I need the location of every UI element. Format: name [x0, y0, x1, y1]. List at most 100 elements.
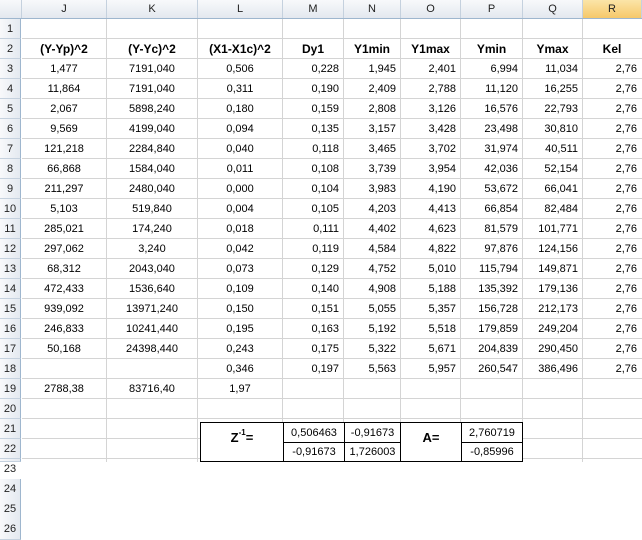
cell-l4[interactable]: 0,311: [198, 79, 282, 99]
cell-k9[interactable]: 2480,040: [107, 179, 197, 199]
cell-o18[interactable]: 5,957: [401, 359, 460, 379]
cell-m8[interactable]: 0,108: [283, 159, 343, 179]
cell-o4[interactable]: 2,788: [401, 79, 460, 99]
header-cell-r[interactable]: Kel: [583, 39, 641, 59]
cell-k15[interactable]: 13971,240: [107, 299, 197, 319]
cell-o13[interactable]: 5,010: [401, 259, 460, 279]
cell-m10[interactable]: 0,105: [283, 199, 343, 219]
cell-n18[interactable]: 5,563: [344, 359, 400, 379]
row-header-25[interactable]: 25: [0, 499, 21, 520]
cell-n3[interactable]: 1,945: [344, 59, 400, 79]
cell-k14[interactable]: 1536,640: [107, 279, 197, 299]
cell-o17[interactable]: 5,671: [401, 339, 460, 359]
cell-l14[interactable]: 0,109: [198, 279, 282, 299]
cell-o6[interactable]: 3,428: [401, 119, 460, 139]
cell-n15[interactable]: 5,055: [344, 299, 400, 319]
cell-r18[interactable]: 2,76: [583, 359, 641, 379]
cell-q5[interactable]: 22,793: [523, 99, 582, 119]
cell-q4[interactable]: 16,255: [523, 79, 582, 99]
cell-p7[interactable]: 31,974: [461, 139, 522, 159]
cell-q17[interactable]: 290,450: [523, 339, 582, 359]
column-header-m[interactable]: M: [283, 0, 344, 18]
cell-k4[interactable]: 7191,040: [107, 79, 197, 99]
row-header-14[interactable]: 14: [0, 279, 21, 299]
cell-k5[interactable]: 5898,240: [107, 99, 197, 119]
row-header-4[interactable]: 4: [0, 79, 21, 99]
cell-n4[interactable]: 2,409: [344, 79, 400, 99]
cell-j11[interactable]: 285,021: [22, 219, 106, 239]
row-header-11[interactable]: 11: [0, 219, 21, 239]
column-header-p[interactable]: P: [461, 0, 523, 18]
row-header-8[interactable]: 8: [0, 159, 21, 179]
cell-l18[interactable]: 0,346: [198, 359, 282, 379]
cell-j5[interactable]: 2,067: [22, 99, 106, 119]
cell-k7[interactable]: 2284,840: [107, 139, 197, 159]
cell-n8[interactable]: 3,739: [344, 159, 400, 179]
cell-r6[interactable]: 2,76: [583, 119, 641, 139]
cell-k16[interactable]: 10241,440: [107, 319, 197, 339]
select-all-corner[interactable]: [0, 0, 22, 18]
row-header-2[interactable]: 2: [0, 39, 21, 59]
cell-m9[interactable]: 0,104: [283, 179, 343, 199]
cell-o5[interactable]: 3,126: [401, 99, 460, 119]
cell-o10[interactable]: 4,413: [401, 199, 460, 219]
cell-q9[interactable]: 66,041: [523, 179, 582, 199]
cell-q11[interactable]: 101,771: [523, 219, 582, 239]
cell-p4[interactable]: 11,120: [461, 79, 522, 99]
cell-l5[interactable]: 0,180: [198, 99, 282, 119]
cell-l19[interactable]: 1,97: [198, 379, 282, 399]
cell-r12[interactable]: 2,76: [583, 239, 641, 259]
cell-o15[interactable]: 5,357: [401, 299, 460, 319]
header-cell-k[interactable]: (Y-Yc)^2: [107, 39, 197, 59]
cell-n12[interactable]: 4,584: [344, 239, 400, 259]
cell-p10[interactable]: 66,854: [461, 199, 522, 219]
row-header-12[interactable]: 12: [0, 239, 21, 259]
column-header-k[interactable]: K: [107, 0, 198, 18]
cell-r17[interactable]: 2,76: [583, 339, 641, 359]
row-header-5[interactable]: 5: [0, 99, 21, 119]
cell-q8[interactable]: 52,154: [523, 159, 582, 179]
cell-p16[interactable]: 179,859: [461, 319, 522, 339]
column-header-r[interactable]: R: [583, 0, 642, 18]
cell-q16[interactable]: 249,204: [523, 319, 582, 339]
cell-l17[interactable]: 0,243: [198, 339, 282, 359]
cell-o9[interactable]: 4,190: [401, 179, 460, 199]
cell-m16[interactable]: 0,163: [283, 319, 343, 339]
cell-m11[interactable]: 0,111: [283, 219, 343, 239]
row-header-15[interactable]: 15: [0, 299, 21, 319]
cell-j3[interactable]: 1,477: [22, 59, 106, 79]
cell-o16[interactable]: 5,518: [401, 319, 460, 339]
column-header-n[interactable]: N: [344, 0, 401, 18]
row-header-3[interactable]: 3: [0, 59, 21, 79]
cell-m6[interactable]: 0,135: [283, 119, 343, 139]
cell-l15[interactable]: 0,150: [198, 299, 282, 319]
cell-r7[interactable]: 2,76: [583, 139, 641, 159]
cell-o8[interactable]: 3,954: [401, 159, 460, 179]
cell-k6[interactable]: 4199,040: [107, 119, 197, 139]
cell-n5[interactable]: 2,808: [344, 99, 400, 119]
cell-k10[interactable]: 519,840: [107, 199, 197, 219]
cell-r9[interactable]: 2,76: [583, 179, 641, 199]
row-header-26[interactable]: 26: [0, 519, 21, 540]
cell-j13[interactable]: 68,312: [22, 259, 106, 279]
cell-o11[interactable]: 4,623: [401, 219, 460, 239]
cell-r14[interactable]: 2,76: [583, 279, 641, 299]
cell-q15[interactable]: 212,173: [523, 299, 582, 319]
cell-q10[interactable]: 82,484: [523, 199, 582, 219]
column-header-j[interactable]: J: [22, 0, 107, 18]
header-cell-p[interactable]: Ymin: [461, 39, 522, 59]
cell-j15[interactable]: 939,092: [22, 299, 106, 319]
row-header-6[interactable]: 6: [0, 119, 21, 139]
cell-r8[interactable]: 2,76: [583, 159, 641, 179]
cell-p9[interactable]: 53,672: [461, 179, 522, 199]
cell-p13[interactable]: 115,794: [461, 259, 522, 279]
header-cell-j[interactable]: (Y-Yp)^2: [22, 39, 106, 59]
cell-q18[interactable]: 386,496: [523, 359, 582, 379]
cell-p3[interactable]: 6,994: [461, 59, 522, 79]
cell-r10[interactable]: 2,76: [583, 199, 641, 219]
cell-j8[interactable]: 66,868: [22, 159, 106, 179]
row-header-10[interactable]: 10: [0, 199, 21, 219]
cell-q12[interactable]: 124,156: [523, 239, 582, 259]
cell-n10[interactable]: 4,203: [344, 199, 400, 219]
cell-r11[interactable]: 2,76: [583, 219, 641, 239]
